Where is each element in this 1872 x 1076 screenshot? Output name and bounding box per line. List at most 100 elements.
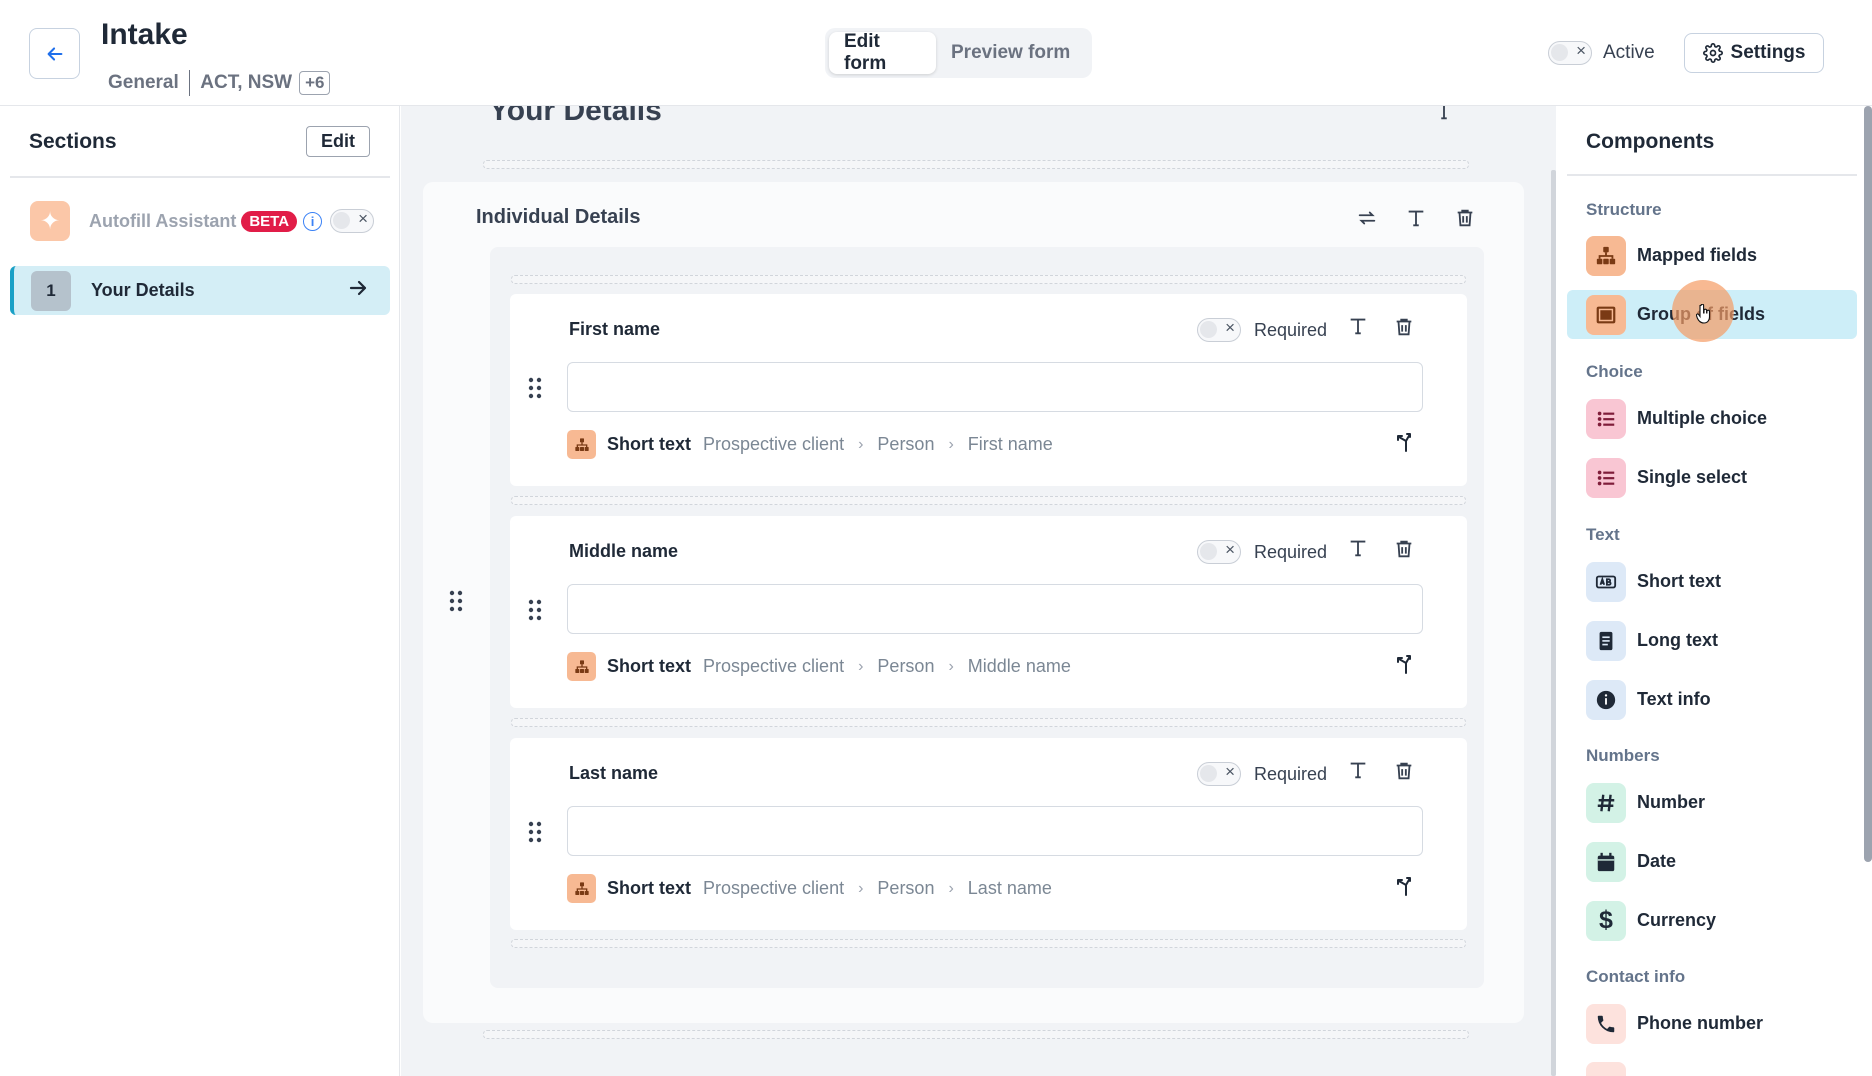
field-mapping: Short text Prospective client › Person ›… <box>567 430 1053 459</box>
tab-edit-form[interactable]: Edit form <box>829 31 936 74</box>
required-control: Required <box>1197 762 1327 786</box>
active-toggle[interactable] <box>1548 41 1592 65</box>
required-toggle[interactable] <box>1197 318 1241 342</box>
divider <box>10 176 390 178</box>
info-icon <box>1586 679 1626 720</box>
arrow-right-icon <box>349 280 367 296</box>
edit-sections-button[interactable]: Edit <box>306 126 370 157</box>
drop-zone[interactable] <box>483 1030 1469 1039</box>
form-canvas: Your Details Individual Details First na… <box>401 106 1556 1076</box>
mapping-path-3: Middle name <box>967 656 1071 676</box>
hash-icon <box>1586 782 1626 823</box>
chevron-right-icon: › <box>858 657 864 675</box>
info-icon[interactable]: i <box>303 211 323 231</box>
text-format-icon[interactable] <box>1405 207 1427 229</box>
field-card-first-name[interactable]: First name Required Short text Prospecti… <box>510 294 1467 486</box>
trash-icon[interactable] <box>1393 760 1415 782</box>
gear-icon <box>1702 43 1723 63</box>
hand-cursor-icon <box>1696 304 1711 324</box>
sections-title: Sections <box>29 130 117 153</box>
trash-icon[interactable] <box>1454 207 1476 229</box>
active-label: Active <box>1603 42 1655 63</box>
calendar-icon <box>1586 841 1626 882</box>
mapping-path-2: Person <box>877 656 935 676</box>
component-text-info[interactable]: Text info <box>1567 675 1857 724</box>
autofill-toggle[interactable] <box>330 209 375 233</box>
mapping-path-1: Prospective client <box>703 434 845 454</box>
drag-handle-icon[interactable] <box>528 821 542 843</box>
settings-button[interactable]: Settings <box>1684 33 1824 73</box>
component-long-text[interactable]: Long text <box>1567 616 1857 665</box>
sections-sidebar: Sections Edit ✦ Autofill Assistant BETA … <box>0 106 400 1076</box>
component-label: Long text <box>1637 630 1718 650</box>
mapped-fields-icon <box>567 652 596 681</box>
component-date[interactable]: Date <box>1567 837 1857 886</box>
component-phone-number[interactable]: Phone number <box>1567 999 1857 1048</box>
field-type: Short text <box>607 434 692 454</box>
branch-logic-icon[interactable] <box>1394 874 1418 898</box>
field-mapping: Short text Prospective client › Person ›… <box>567 652 1071 681</box>
drag-handle-icon[interactable] <box>528 377 542 399</box>
component-single-select[interactable]: Single select <box>1567 453 1857 502</box>
text-format-icon[interactable] <box>1347 759 1369 781</box>
tab-preview-form[interactable]: Preview form <box>936 32 1085 74</box>
component-label: Mapped fields <box>1637 245 1758 265</box>
group-actions <box>1356 207 1476 229</box>
first-name-input[interactable] <box>567 362 1423 412</box>
sidebar-item-your-details[interactable]: 1 Your Details <box>10 266 390 315</box>
drop-zone[interactable] <box>511 939 1466 948</box>
drop-zone[interactable] <box>483 160 1469 169</box>
category-contact-info: Contact info <box>1586 967 1686 986</box>
drop-zone[interactable] <box>511 275 1466 284</box>
top-bar: Intake General ACT, NSW +6 Edit form Pre… <box>0 0 1872 106</box>
category-numbers: Numbers <box>1586 746 1660 765</box>
component-multiple-choice[interactable]: Multiple choice <box>1567 394 1857 443</box>
component-label: Currency <box>1637 910 1717 930</box>
required-toggle[interactable] <box>1197 762 1241 786</box>
drop-zone[interactable] <box>511 496 1466 505</box>
text-format-icon[interactable] <box>1347 315 1369 337</box>
divider <box>1567 174 1857 176</box>
last-name-input[interactable] <box>567 806 1423 856</box>
field-card-middle-name[interactable]: Middle name Required Short text Prospect… <box>510 516 1467 708</box>
trash-icon[interactable] <box>1393 538 1415 560</box>
middle-name-input[interactable] <box>567 584 1423 634</box>
beta-badge: BETA <box>241 210 298 232</box>
category-choice: Choice <box>1586 362 1643 381</box>
page-scrollbar[interactable] <box>1864 106 1872 862</box>
field-label: Middle name <box>569 541 679 561</box>
mapping-path-1: Prospective client <box>703 656 845 676</box>
mapped-fields-icon <box>567 874 596 903</box>
canvas-scrollbar[interactable] <box>1551 170 1556 1076</box>
component-mapped-fields[interactable]: Mapped fields <box>1567 231 1857 280</box>
long-text-icon <box>1586 620 1626 661</box>
group-icon <box>1586 294 1626 335</box>
components-panel: Components Structure Mapped fields Group… <box>1557 106 1872 1076</box>
dollar-icon: $ <box>1586 900 1626 941</box>
component-label: Short text <box>1637 571 1722 591</box>
back-button[interactable] <box>29 28 80 79</box>
branch-logic-icon[interactable] <box>1394 430 1418 454</box>
sparkle-icon: ✦ <box>30 201 70 241</box>
required-control: Required <box>1197 318 1327 342</box>
section-label: Your Details <box>91 280 195 300</box>
form-jurisdictions: ACT, NSW <box>200 72 293 93</box>
text-format-icon[interactable] <box>1347 537 1369 559</box>
components-title: Components <box>1586 130 1715 153</box>
form-category: General <box>108 72 179 93</box>
mapping-path-3: Last name <box>967 878 1052 898</box>
drop-zone[interactable] <box>511 718 1466 727</box>
drag-handle-icon[interactable] <box>449 590 463 612</box>
field-mapping: Short text Prospective client › Person ›… <box>567 874 1052 903</box>
component-currency[interactable]: $ Currency <box>1567 896 1857 945</box>
trash-icon[interactable] <box>1393 316 1415 338</box>
more-jurisdictions-badge[interactable]: +6 <box>299 71 331 95</box>
field-card-last-name[interactable]: Last name Required Short text Prospectiv… <box>510 738 1467 930</box>
required-toggle[interactable] <box>1197 540 1241 564</box>
branch-logic-icon[interactable] <box>1394 652 1418 676</box>
drag-handle-icon[interactable] <box>528 599 542 621</box>
swap-icon[interactable] <box>1356 207 1378 229</box>
component-number[interactable]: Number <box>1567 778 1857 827</box>
text-format-icon[interactable] <box>1433 106 1455 122</box>
component-short-text[interactable]: Short text <box>1567 557 1857 606</box>
